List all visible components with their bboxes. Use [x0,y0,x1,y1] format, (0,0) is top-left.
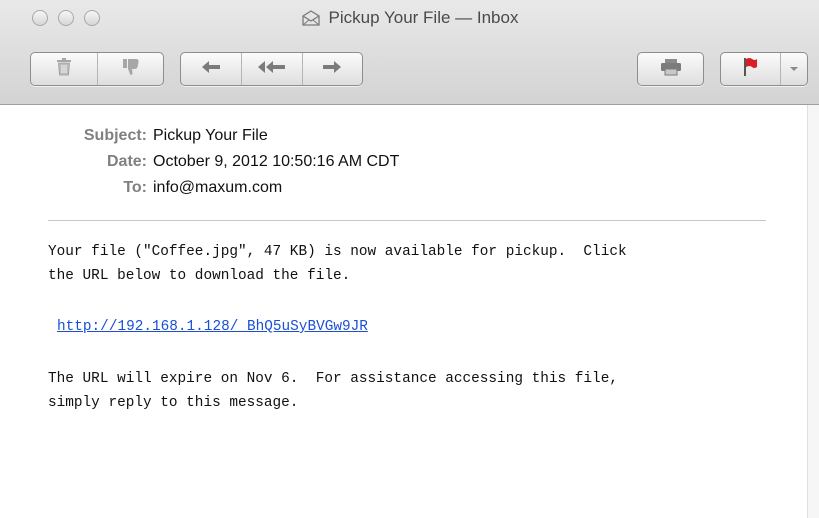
title-toolbar: Pickup Your File — Inbox [0,0,819,105]
flag-icon [742,57,758,82]
download-link[interactable]: http://192.168.1.128/_BhQ5uSyBVGw9JR [57,318,368,337]
chevron-down-icon [789,60,799,78]
forward-icon [321,59,343,80]
header-divider [48,220,766,221]
date-label: Date: [106,153,147,170]
subject-label: Subject: [83,127,147,144]
print-icon [660,58,682,81]
reply-forward-group [180,52,363,86]
reply-all-button[interactable] [241,53,301,85]
print-group [637,52,704,86]
scrollbar-track[interactable] [807,105,819,518]
window-title: Pickup Your File — Inbox [328,8,519,27]
flag-group [720,52,808,86]
message-viewer: Subject: Pickup Your File Date: October … [0,105,807,518]
delete-junk-group [30,52,164,86]
mail-window: Pickup Your File — Inbox Subject: Pickup… [0,0,819,518]
body-line: The URL will expire on Nov 6. For assist… [48,371,618,387]
junk-button[interactable] [97,53,163,85]
flag-menu-button[interactable] [779,53,807,85]
date-row: Date: October 9, 2012 10:50:16 AM CDT [0,153,399,173]
to-label: To: [123,179,147,196]
reply-icon [200,59,222,80]
body-line: simply reply to this message. [48,395,299,411]
subject-row: Subject: Pickup Your File [0,127,268,147]
to-value[interactable]: info@maxum.com [153,179,282,197]
body-line: the URL below to download the file. [48,268,351,284]
to-row: To: info@maxum.com [0,179,282,199]
delete-button[interactable] [31,53,97,85]
print-button[interactable] [638,53,703,85]
forward-button[interactable] [301,53,362,85]
reply-all-icon [257,59,287,80]
flag-button[interactable] [721,53,780,85]
window-title-bar: Pickup Your File — Inbox [0,6,819,30]
subject-value: Pickup Your File [153,127,268,144]
envelope-icon [301,10,321,26]
reply-button[interactable] [181,53,241,85]
date-value: October 9, 2012 10:50:16 AM CDT [153,153,400,170]
body-line: Your file ("Coffee.jpg", 47 KB) is now a… [48,244,627,260]
trash-icon [56,57,72,81]
junk-thumbs-down-icon [121,58,141,81]
